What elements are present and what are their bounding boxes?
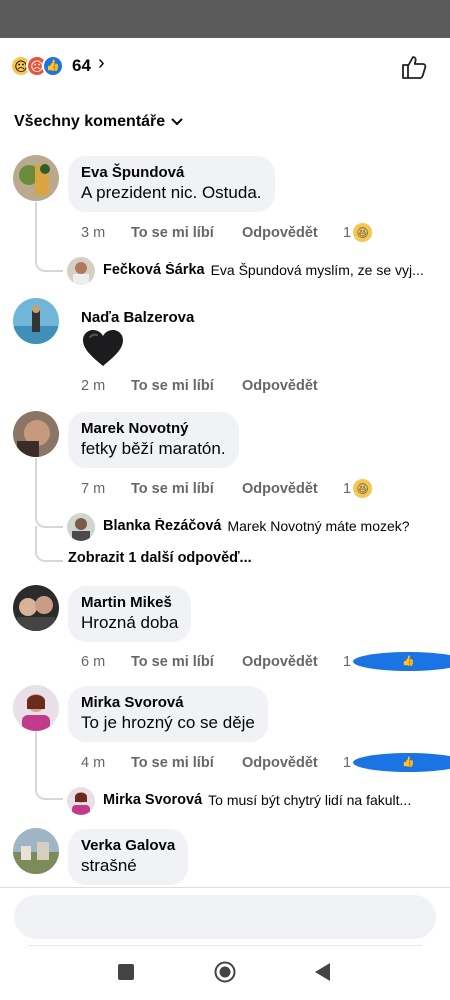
comment-text: To je hrozný co se děje — [81, 713, 255, 732]
reply-button[interactable]: Odpovědět — [242, 654, 343, 670]
comment-time[interactable]: 6 m — [81, 654, 131, 670]
comment-text: Hrozná doba — [81, 613, 179, 632]
avatar[interactable] — [67, 787, 95, 815]
comment-bubble: Marek Novotný fetky běží maratón. — [68, 412, 239, 468]
comment-author[interactable]: Eva Špundová — [81, 163, 262, 182]
comment-bubble: Mirka Svorová To je hrozný co se děje — [68, 686, 268, 742]
like-button[interactable]: To se mi líbí — [131, 755, 242, 771]
reply-author: Blanka Řezáčová — [103, 518, 222, 534]
reaction-icons: ☹ ☹ 👍 — [10, 55, 64, 77]
comment-author[interactable]: Verka Galova — [81, 836, 175, 855]
reply-button[interactable]: Odpovědět — [242, 755, 343, 771]
comment-text: strašné — [81, 856, 137, 875]
reaction-summary[interactable]: 1 😆 — [343, 479, 373, 498]
reaction-count: 64 — [72, 56, 91, 75]
reply-author: Fečková Šárka — [103, 262, 205, 278]
avatar[interactable] — [13, 298, 59, 344]
reactions-summary[interactable]: ☹ ☹ 👍 64 › — [0, 48, 450, 84]
thumbs-up-icon[interactable] — [400, 54, 428, 80]
divider — [28, 945, 422, 946]
reply-button[interactable]: Odpovědět — [242, 481, 343, 497]
filter-label: Všechny komentáře — [14, 113, 166, 130]
reply-button[interactable]: Odpovědět — [242, 225, 343, 241]
divider — [0, 887, 450, 888]
reaction-count: 1 — [343, 224, 352, 241]
haha-icon: 😆 — [353, 223, 373, 242]
comment-actions: 4 m To se mi líbí Odpovědět 1 👍 — [81, 753, 450, 772]
comment-text: fetky běží maratón. — [81, 439, 226, 458]
black-heart-sticker — [83, 330, 123, 366]
reply-author: Mirka Svorová — [103, 792, 203, 808]
like-icon: 👍 — [42, 55, 64, 77]
system-nav-bar — [0, 945, 450, 1000]
comment-time[interactable]: 4 m — [81, 755, 131, 771]
like-button[interactable]: To se mi líbí — [131, 378, 242, 394]
avatar[interactable] — [67, 257, 95, 285]
thread-line — [35, 202, 63, 272]
reply-preview[interactable]: Fečková Šárka Eva Špundová myslím, ze se… — [103, 262, 438, 278]
home-icon[interactable] — [214, 961, 236, 983]
comment-bubble: Eva Špundová A prezident nic. Ostuda. — [68, 156, 275, 212]
reply-preview[interactable]: Blanka Řezáčová Marek Novotný máte mozek… — [103, 518, 438, 534]
comment-actions: 7 m To se mi líbí Odpovědět 1 😆 — [81, 479, 373, 498]
avatar[interactable] — [13, 155, 59, 201]
comment-time[interactable]: 3 m — [81, 225, 131, 241]
comment-time[interactable]: 2 m — [81, 378, 131, 394]
reaction-count: 1 — [343, 653, 352, 670]
reaction-summary[interactable]: 1 😆 — [343, 223, 373, 242]
status-bar — [0, 0, 450, 38]
comment-author[interactable]: Marek Novotný — [81, 419, 226, 438]
like-button[interactable]: To se mi líbí — [131, 225, 242, 241]
comment-bubble: Verka Galova strašné — [68, 829, 189, 885]
comment-author[interactable]: Martin Mikeš — [81, 593, 178, 612]
comment-actions: 2 m To se mi líbí Odpovědět — [81, 378, 343, 394]
like-button[interactable]: To se mi líbí — [131, 481, 242, 497]
avatar[interactable] — [13, 828, 59, 874]
thread-line — [35, 526, 63, 562]
avatar[interactable] — [13, 685, 59, 731]
recents-icon[interactable] — [118, 964, 134, 980]
chevron-right-icon[interactable]: › — [98, 52, 105, 75]
avatar[interactable] — [67, 513, 95, 541]
thread-line — [35, 732, 63, 800]
comment-author[interactable]: Naďa Balzerova — [81, 308, 194, 327]
comment-author[interactable]: Mirka Svorová — [81, 693, 255, 712]
reply-text: Eva Špundová myslím, ze se vyj... — [210, 262, 424, 278]
reply-preview[interactable]: Mirka Svorová To musí být chytrý lidí na… — [103, 792, 438, 808]
like-icon: 👍 — [353, 652, 450, 671]
avatar[interactable] — [13, 411, 59, 457]
reaction-summary[interactable]: 1 👍 — [343, 652, 450, 671]
reaction-count: 1 — [343, 754, 352, 771]
back-icon[interactable] — [313, 962, 331, 982]
view-more-replies-link[interactable]: Zobrazit 1 další odpověď... — [68, 550, 252, 566]
reaction-summary[interactable]: 1 👍 — [343, 753, 450, 772]
thread-line — [35, 458, 63, 528]
chevron-down-icon — [171, 118, 183, 126]
comment-time[interactable]: 7 m — [81, 481, 131, 497]
comments-filter[interactable]: Všechny komentáře — [14, 113, 183, 131]
haha-icon: 😆 — [353, 479, 373, 498]
comment-actions: 6 m To se mi líbí Odpovědět 1 👍 — [81, 652, 450, 671]
comment-input[interactable] — [14, 895, 436, 939]
reply-text: To musí být chytrý lidí na fakult... — [208, 792, 412, 808]
like-icon: 👍 — [353, 753, 450, 772]
avatar[interactable] — [13, 585, 59, 631]
reply-button[interactable]: Odpovědět — [242, 378, 343, 394]
comment-actions: 3 m To se mi líbí Odpovědět 1 😆 — [81, 223, 373, 242]
like-button[interactable]: To se mi líbí — [131, 654, 242, 670]
comment-bubble: Martin Mikeš Hrozná doba — [68, 586, 192, 642]
comment-text: A prezident nic. Ostuda. — [81, 183, 262, 202]
reply-text: Marek Novotný máte mozek? — [227, 518, 410, 534]
reaction-count: 1 — [343, 480, 352, 497]
